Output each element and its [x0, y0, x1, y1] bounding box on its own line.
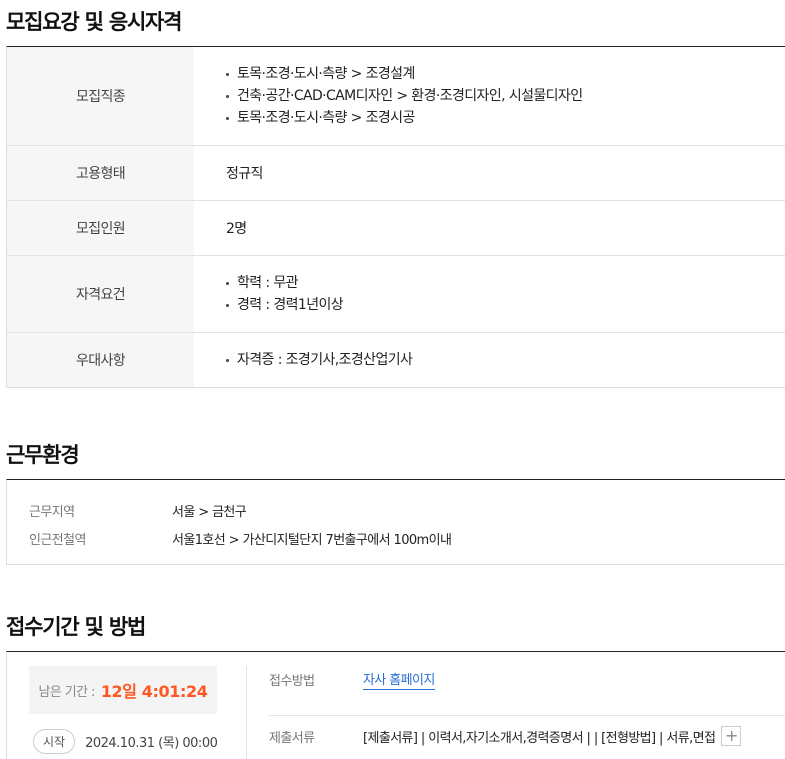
start-row: 시작 2024.10.31 (목) 00:00	[33, 729, 218, 754]
headcount-value: 2명	[226, 221, 247, 237]
job-type-item: 건축·공간·CAD·CAM디자인 > 환경·조경디자인, 시설물디자인	[226, 85, 785, 107]
apply-method-label: 접수방법	[269, 674, 315, 689]
recruit-table: 모집직종 토목·조경·도시·측량 > 조경설계 건축·공간·CAD·CAM디자인…	[6, 46, 785, 388]
apply-box: 남은 기간 : 12일 4:01:24 시작 2024.10.31 (목) 00…	[6, 651, 785, 759]
recruit-label: 자격요건	[7, 256, 194, 332]
remaining-time-label: 남은 기간 :	[38, 684, 96, 700]
apply-section-title: 접수기간 및 방법	[6, 615, 146, 639]
start-date: 2024.10.31 (목) 00:00	[85, 736, 218, 751]
apply-method-link[interactable]: 자사 홈페이지	[363, 669, 435, 690]
start-badge: 시작	[33, 729, 76, 754]
recruit-row-job-type: 모집직종 토목·조경·도시·측량 > 조경설계 건축·공간·CAD·CAM디자인…	[7, 47, 785, 146]
recruit-row-headcount: 모집인원 2명	[7, 201, 785, 256]
vertical-divider	[246, 666, 247, 759]
environment-value: 서울1호선 > 가산디지털단지 7번출구에서 100m이내	[172, 532, 452, 548]
environment-section-title: 근무환경	[6, 443, 80, 467]
recruit-value: 정규직	[194, 146, 785, 200]
apply-method-row: 접수방법 자사 홈페이지	[269, 669, 435, 690]
recruit-row-employment-type: 고용형태 정규직	[7, 146, 785, 201]
documents-value: [제출서류] | 이력서,자기소개서,경력증명서 | | [전형방법] | 서류…	[363, 730, 716, 746]
recruit-label: 우대사항	[7, 333, 194, 387]
remaining-time-value: 12일 4:01:24	[100, 682, 208, 701]
recruit-row-preferences: 우대사항 자격증 : 조경기사,조경산업기사	[7, 333, 785, 387]
recruit-row-qualifications: 자격요건 학력 : 무관 경력 : 경력1년이상	[7, 256, 785, 333]
job-type-item: 토목·조경·도시·측량 > 조경시공	[226, 107, 785, 129]
recruit-label: 모집직종	[7, 47, 194, 145]
environment-value: 서울 > 금천구	[172, 504, 247, 520]
environment-row-subway: 인근전철역 서울1호선 > 가산디지털단지 7번출구에서 100m이내	[29, 524, 785, 552]
qualification-item: 경력 : 경력1년이상	[226, 294, 785, 316]
environment-label: 인근전철역	[29, 532, 86, 548]
documents-row: 제출서류 [제출서류] | 이력서,자기소개서,경력증명서 | | [전형방법]…	[269, 726, 742, 746]
recruit-value: 2명	[194, 201, 785, 255]
recruit-value: 학력 : 무관 경력 : 경력1년이상	[194, 256, 785, 332]
recruit-label: 모집인원	[7, 201, 194, 255]
recruit-value: 토목·조경·도시·측량 > 조경설계 건축·공간·CAD·CAM디자인 > 환경…	[194, 47, 785, 145]
documents-label: 제출서류	[269, 730, 315, 746]
expand-plus-button[interactable]: +	[721, 726, 742, 746]
recruit-section-title: 모집요강 및 응시자격	[6, 10, 183, 34]
qualification-item: 학력 : 무관	[226, 272, 785, 294]
environment-box: 근무지역 서울 > 금천구 인근전철역 서울1호선 > 가산디지털단지 7번출구…	[6, 479, 785, 565]
preference-item: 자격증 : 조경기사,조경산업기사	[226, 349, 785, 371]
environment-row-location: 근무지역 서울 > 금천구	[29, 496, 785, 524]
job-type-item: 토목·조경·도시·측량 > 조경설계	[226, 63, 785, 85]
employment-type-value: 정규직	[226, 166, 263, 182]
remaining-time-box: 남은 기간 : 12일 4:01:24	[29, 666, 217, 714]
environment-label: 근무지역	[29, 504, 75, 520]
recruit-value: 자격증 : 조경기사,조경산업기사	[194, 333, 785, 387]
recruit-label: 고용형태	[7, 146, 194, 200]
horizontal-divider	[269, 715, 785, 716]
